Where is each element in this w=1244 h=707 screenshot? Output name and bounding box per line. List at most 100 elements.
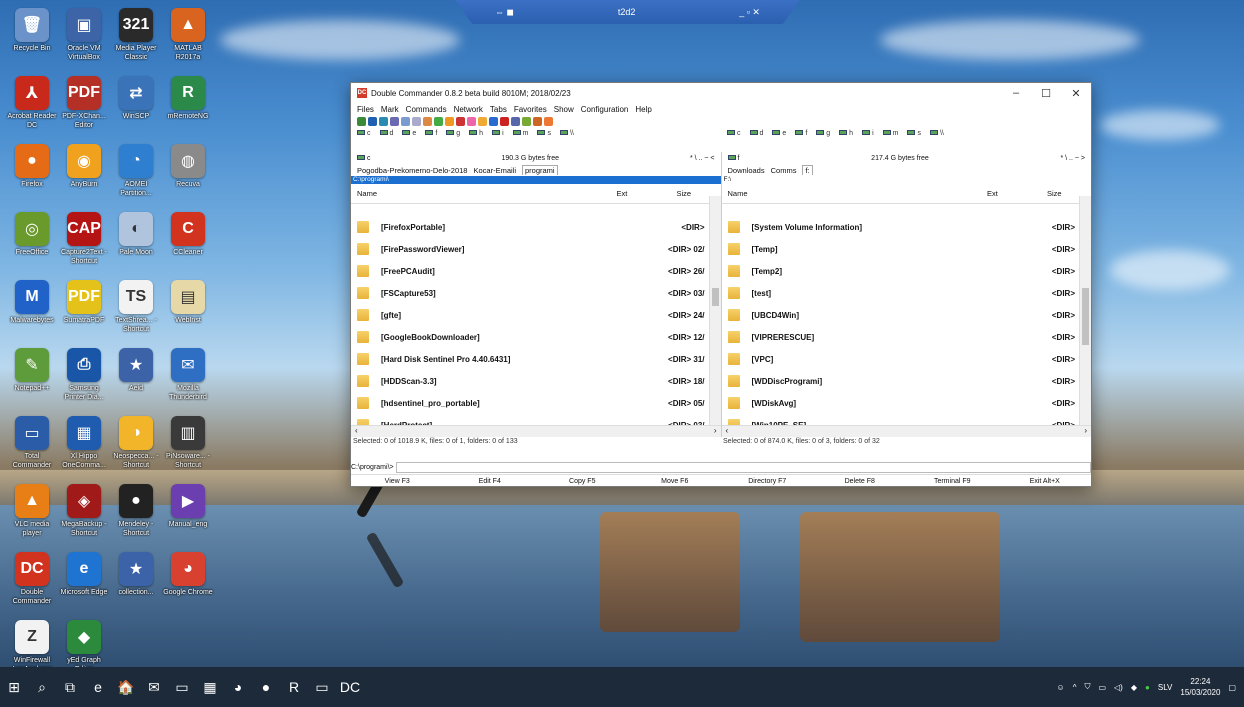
desktop-icon[interactable]: ◐ Pale Moon (110, 212, 162, 257)
drive-button[interactable]: s (537, 130, 551, 137)
file-row[interactable]: [UBCD4Win] <DIR> (722, 304, 1080, 326)
sync-icon[interactable] (434, 116, 443, 126)
current-path[interactable]: C:\programi\ (351, 176, 721, 184)
drive-button[interactable]: h (469, 130, 483, 137)
search-icon[interactable] (478, 116, 487, 126)
menu-network[interactable]: Network (454, 105, 483, 114)
desktop-icon[interactable]: ▭ Total Commander (6, 416, 58, 470)
maximize-button[interactable]: ☐ (1031, 83, 1061, 103)
remote-bar-window-controls[interactable]: _ ▫ ✕ (739, 7, 760, 18)
full-view-icon[interactable] (379, 116, 388, 126)
tab-kocar-emaili[interactable]: Kocar-Emaili (473, 166, 516, 175)
file-row[interactable]: [FSCapture53] <DIR> 03/ (351, 282, 709, 304)
flat-view-icon[interactable] (412, 116, 421, 126)
refresh-icon[interactable] (357, 116, 366, 126)
file-row[interactable]: [WDDiscProgrami] <DIR> (722, 370, 1080, 392)
desktop-icon[interactable]: e Microsoft Edge (58, 552, 110, 597)
pack-icon[interactable] (445, 116, 454, 126)
file-row[interactable]: [hdsentinel_pro_portable] <DIR> 05/ (351, 392, 709, 414)
drive-button[interactable]: d (379, 130, 393, 137)
tray-app-icon[interactable]: ◆ (1131, 683, 1137, 692)
file-row[interactable]: [Temp] <DIR> (722, 238, 1080, 260)
desktop-icon[interactable]: 321 Media Player Classic (110, 8, 162, 62)
file-row[interactable]: [Hard Disk Sentinel Pro 4.40.6431] <DIR> … (351, 348, 709, 370)
column-ext[interactable]: Ext (617, 189, 677, 198)
desktop-icon[interactable]: ◕ Google Chrome (162, 552, 214, 597)
column-name[interactable]: Name (728, 189, 988, 198)
desktop-icon[interactable]: ★ collection... (110, 552, 162, 597)
scrollbar-thumb[interactable] (711, 287, 719, 306)
file-row[interactable]: [VIPRERESCUE] <DIR> (722, 326, 1080, 348)
desktop-icon[interactable]: ✎ Notepad++ (6, 348, 58, 393)
file-row[interactable]: [GoogleBookDownloader] <DIR> 12/ (351, 326, 709, 348)
tab-pogodba-prekomerno-delo-2018[interactable]: Pogodba-Prekomerno-Delo-2018 (357, 166, 467, 175)
file-row[interactable]: [FirefoxPortable] <DIR> (351, 216, 709, 238)
scroll-right-icon[interactable]: › (714, 426, 717, 437)
file-row[interactable]: [FirePasswordViewer] <DIR> 02/ (351, 238, 709, 260)
scroll-left-icon[interactable]: ‹ (726, 426, 729, 437)
language-indicator[interactable]: SLV (1158, 683, 1173, 692)
desktop-icon[interactable]: PDF SumatraPDF (58, 280, 110, 325)
fkey-button[interactable]: Exit Alt+X (999, 475, 1092, 487)
volume-icon[interactable]: ◁) (1114, 683, 1123, 692)
desktop-icon[interactable]: ◑ Neospecca... - Shortcut (110, 416, 162, 470)
taskbar-app-icon[interactable]: ⊞ (0, 667, 28, 707)
unpack-icon[interactable] (456, 116, 465, 126)
menu-tabs[interactable]: Tabs (490, 105, 507, 114)
taskbar-app-icon[interactable]: DC (336, 667, 364, 707)
tab-programi[interactable]: programi (522, 165, 558, 175)
desktop-icon[interactable]: ★ Aeid (110, 348, 162, 393)
tab-f-[interactable]: f: (802, 165, 813, 175)
taskbar-app-icon[interactable]: ▦ (196, 667, 224, 707)
desktop-icon[interactable]: ⇄ WinSCP (110, 76, 162, 121)
taskbar-app-icon[interactable]: ⧉ (56, 667, 84, 707)
fkey-button[interactable]: Edit F4 (444, 475, 537, 487)
desktop-icon[interactable]: PDF PDF-XChan... Editor (58, 76, 110, 130)
chevron-up-icon[interactable]: ^ (1073, 683, 1077, 692)
edit-icon[interactable] (522, 116, 531, 126)
horizontal-scrollbar[interactable]: ‹ › (351, 425, 721, 437)
drive-button[interactable]: i (492, 130, 504, 137)
scroll-right-icon[interactable]: › (1084, 426, 1087, 437)
network-icon[interactable]: ▭ (1098, 683, 1106, 692)
taskbar-app-icon[interactable]: ◕ (224, 667, 252, 707)
fkey-button[interactable]: Terminal F9 (906, 475, 999, 487)
column-name[interactable]: Name (357, 189, 617, 198)
scroll-left-icon[interactable]: ‹ (355, 426, 358, 437)
taskbar-app-icon[interactable]: ▭ (308, 667, 336, 707)
archive-icon[interactable] (467, 116, 476, 126)
desktop-icon[interactable]: ▲ VLC media player (6, 484, 58, 538)
desktop-icon[interactable]: M Malwarebytes (6, 280, 58, 325)
menu-favorites[interactable]: Favorites (514, 105, 547, 114)
clock[interactable]: 22:24 15/03/2020 (1180, 676, 1220, 698)
desktop-icon[interactable]: ◍ Recuva (162, 144, 214, 189)
tab-comms[interactable]: Comms (771, 166, 797, 175)
find-icon[interactable] (511, 116, 520, 126)
desktop-icon[interactable]: ● Firefox (6, 144, 58, 189)
desktop-icon[interactable]: ⎙ Samsung Printer Dia... (58, 348, 110, 402)
vertical-scrollbar[interactable] (708, 196, 721, 425)
compare-icon[interactable] (423, 116, 432, 126)
file-row[interactable]: [gfte] <DIR> 24/ (351, 304, 709, 326)
people-icon[interactable]: ☺ (1057, 683, 1065, 692)
taskbar-app-icon[interactable]: 🏠 (112, 667, 140, 707)
file-row[interactable]: [test] <DIR> (722, 282, 1080, 304)
desktop-icon[interactable]: ▶ Manual_eng (162, 484, 214, 529)
current-drive[interactable]: c (357, 155, 371, 162)
drive-button[interactable]: c (357, 130, 371, 137)
menu-show[interactable]: Show (554, 105, 574, 114)
file-row[interactable]: [HerdProtect] <DIR> 03/ (351, 414, 709, 425)
menu-files[interactable]: Files (357, 105, 374, 114)
fkey-button[interactable]: Directory F7 (721, 475, 814, 487)
drive-button[interactable]: h (839, 130, 853, 137)
drive-button[interactable]: g (446, 130, 460, 137)
vertical-scrollbar[interactable] (1079, 196, 1091, 425)
taskbar-app-icon[interactable]: e (84, 667, 112, 707)
desktop-icon[interactable]: 🗑 Recycle Bin (6, 8, 58, 53)
nav-buttons[interactable]: * \ .. ~ < (690, 155, 715, 162)
desktop-icon[interactable]: ▲ MATLAB R2017a (162, 8, 214, 62)
desktop-icon[interactable]: TS TextShrea... - Shortcut (110, 280, 162, 334)
drive-button[interactable]: e (772, 130, 786, 137)
file-row[interactable]: [Win10PE_SE] <DIR> (722, 414, 1080, 425)
desktop-icon[interactable]: ● Mendeley - Shortcut (110, 484, 162, 538)
